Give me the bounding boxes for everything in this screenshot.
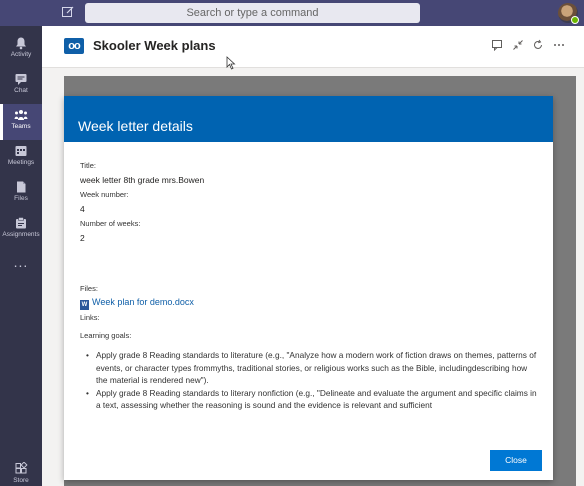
dialog-body: Title: week letter 8th grade mrs.Bowen W… (64, 142, 553, 412)
week-number-label: Week number: (80, 190, 129, 199)
conversation-icon[interactable] (490, 39, 504, 53)
file-name[interactable]: Week plan for demo.docx (92, 297, 194, 307)
rail-label-files: Files (14, 195, 28, 202)
file-icon (14, 180, 28, 194)
app-header: oo Skooler Week plans (42, 26, 584, 68)
num-weeks-label: Number of weeks: (80, 219, 141, 228)
chat-icon (14, 72, 28, 86)
bell-icon (14, 36, 28, 50)
assignments-icon (14, 216, 28, 230)
rail-item-activity[interactable]: Activity (0, 32, 42, 68)
search-input[interactable]: Search or type a command (85, 3, 420, 23)
dialog-title: Week letter details (64, 96, 553, 142)
rail-label-store: Store (13, 477, 29, 484)
rail-item-assignments[interactable]: Assignments (0, 212, 42, 248)
collapse-icon[interactable] (511, 39, 525, 53)
rail-label-chat: Chat (14, 87, 28, 94)
skooler-logo: oo (64, 38, 84, 54)
rail-item-meetings[interactable]: Meetings (0, 140, 42, 176)
app-title: Skooler Week plans (93, 38, 216, 53)
rail-label-teams: Teams (11, 123, 31, 130)
refresh-icon[interactable] (531, 39, 545, 53)
more-options-icon[interactable] (552, 39, 566, 53)
week-number-value: 4 (80, 204, 85, 214)
title-value: week letter 8th grade mrs.Bowen (80, 175, 205, 185)
more-apps-icon[interactable]: ... (0, 254, 42, 270)
close-button[interactable]: Close (490, 450, 542, 471)
rail-item-teams[interactable]: Teams (0, 104, 42, 140)
calendar-icon (14, 144, 28, 158)
week-letter-dialog: Week letter details Title: week letter 8… (64, 96, 553, 480)
rail-label-activity: Activity (10, 51, 32, 58)
rail-label-assignments: Assignments (2, 231, 40, 238)
learning-goals-label: Learning goals: (80, 331, 132, 340)
word-doc-icon: W (80, 300, 89, 310)
top-bar: Search or type a command (0, 0, 584, 26)
teams-icon (14, 108, 28, 122)
links-label: Links: (80, 313, 100, 322)
rail-label-meetings: Meetings (7, 159, 35, 166)
presence-available-icon (571, 16, 579, 24)
list-item: Apply grade 8 Reading standards to liter… (80, 387, 537, 412)
rail-item-store[interactable]: Store (0, 458, 42, 486)
store-icon (14, 461, 28, 476)
left-rail: Activity Chat Teams Meetings Files Assig… (0, 26, 42, 486)
file-link[interactable]: W Week plan for demo.docx (80, 296, 537, 310)
title-label: Title: (80, 161, 96, 170)
user-avatar[interactable] (558, 3, 579, 24)
rail-item-files[interactable]: Files (0, 176, 42, 212)
rail-item-chat[interactable]: Chat (0, 68, 42, 104)
compose-icon[interactable] (60, 5, 76, 21)
learning-goals-list: Apply grade 8 Reading standards to liter… (80, 349, 537, 412)
list-item: Apply grade 8 Reading standards to liter… (80, 349, 537, 387)
num-weeks-value: 2 (80, 233, 85, 243)
mouse-cursor-icon (226, 56, 236, 70)
files-label: Files: (80, 284, 98, 293)
